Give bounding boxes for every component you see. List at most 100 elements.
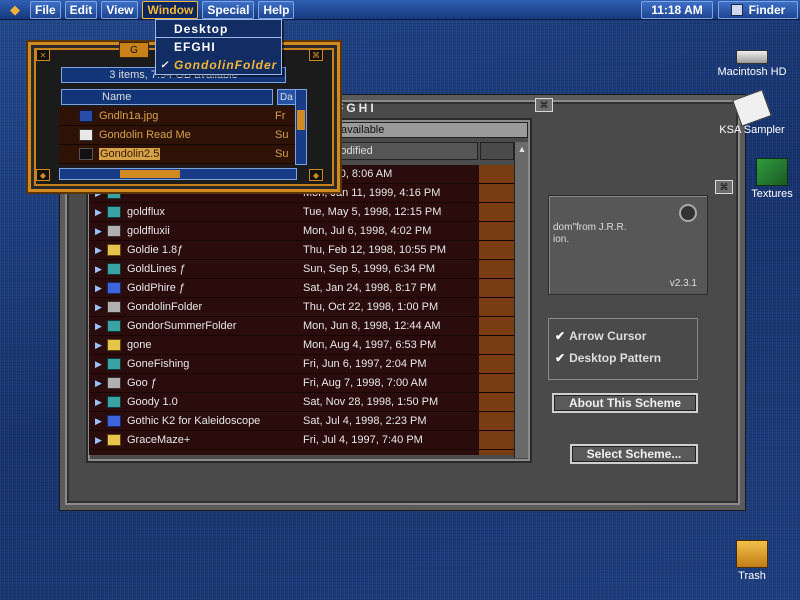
disclosure-triangle-icon[interactable]: ▶ (89, 207, 107, 218)
checkmark-icon: ✓ (160, 59, 170, 71)
help-icon[interactable] (679, 204, 697, 222)
disclosure-triangle-icon[interactable]: ▶ (89, 283, 107, 294)
scheme-description: dom"from J.R.R. ion. (553, 222, 627, 246)
window-menu-item-efghi[interactable]: EFGHI (156, 38, 281, 56)
desktop-icon-macintosh-hd[interactable]: Macintosh HD (712, 40, 792, 78)
table-row[interactable]: ▶ Goldie 1.8ƒ Thu, Feb 12, 1998, 10:55 PM (89, 241, 514, 260)
front-file-list: Gndln1a.jpg Fr Gondolin Read Me Su Gondo… (59, 107, 297, 165)
horizontal-scrollbar[interactable] (59, 168, 297, 180)
scroll-up-arrow-icon[interactable]: ▲ (515, 142, 529, 156)
disclosure-triangle-icon[interactable]: ▶ (89, 340, 107, 351)
resize-box-icon[interactable]: ◆ (309, 169, 323, 181)
file-name: Goo ƒ (127, 377, 157, 389)
table-row[interactable]: ▶ gone Mon, Aug 4, 1997, 6:53 PM (89, 336, 514, 355)
menu-file[interactable]: File (30, 0, 61, 19)
option-arrow-cursor[interactable]: ✔ Arrow Cursor (555, 329, 646, 343)
selected-file-name: Gondolin2.5 (99, 148, 161, 160)
folder-icon (107, 301, 121, 313)
disclosure-triangle-icon[interactable]: ▶ (89, 245, 107, 256)
disclosure-triangle-icon[interactable]: ▶ (89, 435, 107, 446)
table-row[interactable]: ▶ Gothic K2 for Kaleidoscope Sat, Jul 4, 1… (89, 412, 514, 431)
list-item[interactable]: Gondolin Read Me Su (59, 126, 297, 145)
file-date: Fri, Jun 6, 1997, 2:04 PM (303, 358, 427, 370)
folder-icon (107, 396, 121, 408)
table-row[interactable]: ▶ GoneFishing Fri, Jun 6, 1997, 2:04 PM (89, 355, 514, 374)
desktop-icon-label: Textures (751, 188, 793, 200)
about-this-scheme-button[interactable]: About This Scheme (552, 393, 698, 413)
table-row[interactable]: ▶ GoldPhire ƒ Sat, Jan 24, 1998, 8:17 PM (89, 279, 514, 298)
menu-edit[interactable]: Edit (64, 0, 98, 19)
application-name: Finder (748, 3, 786, 17)
desktop-icon-trash[interactable]: Trash (712, 540, 792, 582)
file-name: GoldPhire ƒ (127, 282, 186, 294)
file-name: GoldLines ƒ (127, 263, 186, 275)
disclosure-triangle-icon[interactable]: ▶ (89, 416, 107, 427)
file-name: GoneFishing (127, 358, 190, 370)
checkbox-checked-icon[interactable]: ✔ (555, 351, 565, 365)
file-name: GraceMaze+ (127, 434, 191, 446)
desktop-icon-label: Macintosh HD (717, 66, 787, 78)
folder-icon (107, 434, 121, 446)
table-row[interactable]: ▶ Goo ƒ Fri, Aug 7, 1998, 7:00 AM (89, 374, 514, 393)
file-date: Tue, May 5, 1998, 12:15 PM (303, 206, 442, 218)
zoom-box-icon[interactable]: ⌘ (309, 49, 323, 61)
menu-special[interactable]: Special (202, 0, 255, 19)
table-row[interactable]: ▶ goldflux Tue, May 5, 1998, 12:15 PM (89, 203, 514, 222)
file-name: Gondolin2.5 (99, 148, 275, 160)
menu-window[interactable]: Window (142, 0, 199, 19)
file-name: gone (127, 339, 152, 351)
file-name: Gothic K2 for Kaleidoscope (127, 415, 261, 427)
file-date: Sat, Jul 4, 1998, 2:23 PM (303, 415, 427, 427)
select-scheme-button[interactable]: Select Scheme... (570, 444, 698, 464)
disclosure-triangle-icon[interactable]: ▶ (89, 226, 107, 237)
disclosure-triangle-icon[interactable]: ▶ (89, 397, 107, 408)
menu-view[interactable]: View (101, 0, 139, 19)
file-date: Mon, Jun 8, 1998, 12:44 AM (303, 320, 441, 332)
menu-clock[interactable]: 11:18 AM (641, 1, 713, 19)
window-title-tab[interactable]: G (119, 42, 149, 58)
table-row[interactable]: ▶ GoldLines ƒ Sun, Sep 5, 1999, 6:34 PM (89, 260, 514, 279)
disclosure-triangle-icon[interactable]: ▶ (89, 302, 107, 313)
file-name: Goody 1.0 (127, 396, 178, 408)
list-item-selected[interactable]: Gondolin2.5 Su (59, 145, 297, 164)
disclosure-triangle-icon[interactable]: ▶ (89, 264, 107, 275)
list-item[interactable]: Gndln1a.jpg Fr (59, 107, 297, 126)
window-menu-item-gondolinfolder[interactable]: ✓ GondolinFolder (156, 56, 281, 74)
menu-bar: ◆ File Edit View Window Special Help 11:… (0, 0, 800, 20)
desktop-icon-ksa-sampler[interactable]: KSA Sampler (712, 89, 792, 136)
column-header-date-modified[interactable]: e Modified (318, 142, 478, 160)
application-menu[interactable]: Finder (718, 1, 798, 19)
scheme-description-line: dom"from J.R.R. (553, 222, 627, 233)
column-header-date[interactable]: Da (277, 89, 297, 105)
column-header-name[interactable]: Name (61, 89, 273, 105)
disclosure-triangle-icon[interactable]: ▶ (89, 378, 107, 389)
file-date: Sat, Nov 28, 1998, 1:50 PM (303, 396, 439, 408)
menu-help[interactable]: Help (258, 0, 295, 19)
vertical-scrollbar[interactable]: ▲ (514, 142, 528, 458)
window-corner-ornament-icon: ⌘ (715, 180, 733, 194)
sort-direction-button[interactable] (480, 142, 514, 160)
apple-menu-icon[interactable]: ◆ (0, 0, 30, 20)
option-desktop-pattern[interactable]: ✔ Desktop Pattern (555, 351, 661, 365)
desktop-icon-textures[interactable]: Textures (732, 158, 800, 200)
scheme-description-line: ion. (553, 234, 570, 245)
option-label: Arrow Cursor (569, 329, 647, 343)
window-menu-item-desktop[interactable]: Desktop (156, 20, 281, 38)
vertical-scrollbar[interactable] (295, 89, 307, 165)
folder-icon (107, 339, 121, 351)
table-row[interactable]: ▶ GondorSummerFolder Mon, Jun 8, 1998, 12:… (89, 317, 514, 336)
table-row[interactable]: ▶ Goody 1.0 Sat, Nov 28, 1998, 1:50 PM (89, 393, 514, 412)
disclosure-triangle-icon[interactable]: ▶ (89, 359, 107, 370)
close-box-icon[interactable]: ✕ (36, 49, 50, 61)
desktop-icon-label: KSA Sampler (719, 124, 785, 136)
scroll-thumb[interactable] (297, 110, 305, 130)
checkbox-checked-icon[interactable]: ✔ (555, 329, 565, 343)
table-row[interactable]: ▶ GondolinFolder Thu, Oct 22, 1998, 1:00 P… (89, 298, 514, 317)
scroll-thumb[interactable] (120, 170, 180, 178)
ksa-sampler-icon (732, 89, 772, 127)
disclosure-triangle-icon[interactable]: ▶ (89, 321, 107, 332)
folder-icon (107, 225, 121, 237)
table-row[interactable]: ▶ GraceMaze+ Fri, Jul 4, 1997, 7:40 PM (89, 431, 514, 450)
table-row[interactable]: ▶ goldfluxii Mon, Jul 6, 1998, 4:02 PM (89, 222, 514, 241)
folder-icon (107, 377, 121, 389)
